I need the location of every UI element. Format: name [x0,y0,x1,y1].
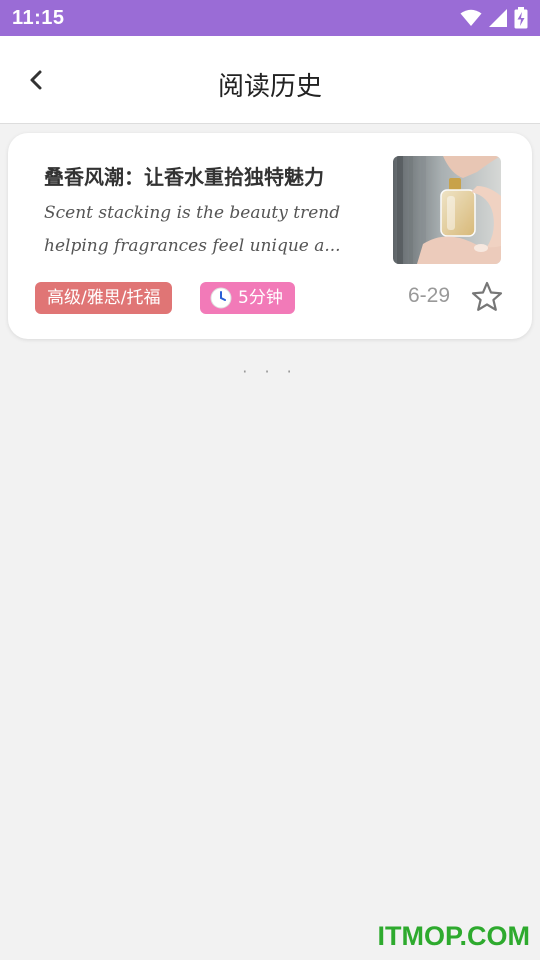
watermark: ITMOP.COM [377,921,530,951]
excerpt-line: helping fragrances feel unique a... [44,236,341,256]
battery-charging-icon [514,7,528,29]
status-time: 11:15 [12,6,65,29]
duration-label: 5分钟 [238,288,283,308]
star-outline-icon [471,281,503,311]
duration-tag: 5分钟 [200,282,295,314]
wifi-icon [460,9,482,26]
status-bar: 11:15 [0,0,540,36]
excerpt-line: Scent stacking is the beauty trend [44,203,341,223]
history-card[interactable]: 叠香风潮：让香水重拾独特魅力 Scent stacking is the bea… [8,133,532,339]
article-thumbnail [393,156,501,264]
app-bar: 阅读历史 [0,36,540,124]
favorite-button[interactable] [470,280,504,314]
article-title: 叠香风潮：让香水重拾独特魅力 [44,165,324,189]
status-icons [460,7,528,29]
article-excerpt: Scent stacking is the beauty trend helpi… [44,197,374,263]
read-date: 6-29 [408,284,451,307]
clock-icon [210,287,232,309]
more-indicator: · · · [242,362,298,381]
level-tag: 高级/雅思/托福 [35,282,173,314]
cellular-signal-icon [489,9,507,27]
page-title: 阅读历史 [217,72,322,102]
